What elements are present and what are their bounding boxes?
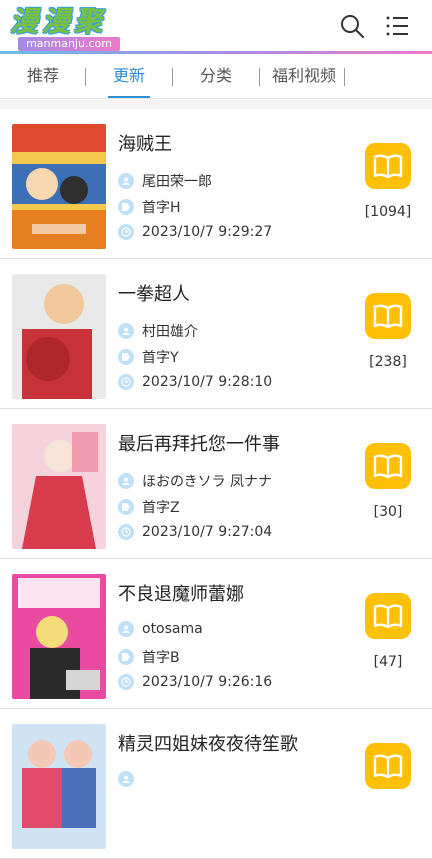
initial-label: 首字B xyxy=(142,650,180,666)
list-item[interactable]: 精灵四姐妹夜夜待笙歌 xyxy=(0,709,432,859)
book-icon xyxy=(373,304,403,329)
update-time: 2023/10/7 9:26:16 xyxy=(142,674,273,690)
read-button[interactable] xyxy=(365,743,411,789)
app-logo[interactable]: 漫漫聚 manmanju.com xyxy=(2,0,126,52)
author-row: ほおのきソラ 凤ナナ xyxy=(118,471,272,491)
user-icon xyxy=(118,621,134,637)
user-icon xyxy=(118,323,134,339)
clock-icon xyxy=(118,674,134,690)
update-time: 2023/10/7 9:29:27 xyxy=(142,224,273,240)
read-button[interactable] xyxy=(365,443,411,489)
comic-cover[interactable] xyxy=(12,274,106,399)
chapter-count: [1094] xyxy=(364,204,412,220)
initial-row: 首字Z xyxy=(118,497,180,517)
clock-icon xyxy=(118,224,134,240)
tab-divider xyxy=(259,68,260,86)
read-button[interactable] xyxy=(365,293,411,339)
comic-cover[interactable] xyxy=(12,424,106,549)
tab-bar: 推荐 更新 分类 福利视频 xyxy=(0,56,432,99)
update-time: 2023/10/7 9:28:10 xyxy=(142,374,273,390)
update-time: 2023/10/7 9:27:04 xyxy=(142,524,273,540)
initial-row: 首字Y xyxy=(118,347,179,367)
initial-label: 首字Y xyxy=(142,350,179,366)
author-row: 村田雄介 xyxy=(118,321,198,341)
author-name: 村田雄介 xyxy=(142,324,198,340)
author-row: otosama xyxy=(118,621,203,637)
user-icon xyxy=(118,473,134,489)
author-row: 尾田荣一郎 xyxy=(118,171,212,191)
author-name: ほおのきソラ 凤ナナ xyxy=(142,474,273,490)
user-icon xyxy=(118,173,134,189)
book-icon xyxy=(373,454,403,479)
author-row xyxy=(118,771,142,787)
tag-icon xyxy=(118,199,134,215)
time-row: 2023/10/7 9:27:04 xyxy=(118,524,272,540)
chapter-count: [30] xyxy=(373,504,403,520)
comic-cover[interactable] xyxy=(12,124,106,249)
initial-row: 首字B xyxy=(118,647,180,667)
logo-domain: manmanju.com xyxy=(18,37,120,51)
update-list: 海贼王 尾田荣一郎 首字H 2023/10/7 9:29:27 [1094] 一… xyxy=(0,109,432,859)
comic-title[interactable]: 海贼王 xyxy=(118,130,172,156)
tag-icon xyxy=(118,499,134,515)
list-item[interactable]: 一拳超人 村田雄介 首字Y 2023/10/7 9:28:10 [238] xyxy=(0,259,432,409)
initial-label: 首字H xyxy=(142,200,181,216)
logo-text: 漫漫聚 xyxy=(10,5,107,38)
section-gap xyxy=(0,99,432,109)
clock-icon xyxy=(118,524,134,540)
time-row: 2023/10/7 9:26:16 xyxy=(118,674,272,690)
list-item[interactable]: 不良退魔师蕾娜 otosama 首字B 2023/10/7 9:26:16 [4… xyxy=(0,559,432,709)
comic-cover[interactable] xyxy=(12,724,106,849)
book-icon xyxy=(373,154,403,179)
chapter-count: [238] xyxy=(369,354,407,370)
author-name: 尾田荣一郎 xyxy=(142,174,212,190)
list-item[interactable]: 海贼王 尾田荣一郎 首字H 2023/10/7 9:29:27 [1094] xyxy=(0,109,432,259)
clock-icon xyxy=(118,374,134,390)
app-header: 漫漫聚 manmanju.com xyxy=(0,0,432,56)
comic-title[interactable]: 精灵四姐妹夜夜待笙歌 xyxy=(118,730,298,756)
read-button[interactable] xyxy=(365,143,411,189)
comic-title[interactable]: 最后再拜托您一件事 xyxy=(118,430,280,456)
user-icon xyxy=(118,771,134,787)
comic-title[interactable]: 一拳超人 xyxy=(118,280,190,306)
tab-recommend[interactable]: 推荐 xyxy=(19,56,67,98)
tab-divider xyxy=(85,68,86,86)
tab-welfare-videos[interactable]: 福利视频 xyxy=(268,56,340,98)
list-menu-icon[interactable] xyxy=(384,13,410,39)
tab-divider xyxy=(344,68,345,86)
tab-divider xyxy=(172,68,173,86)
tab-updates[interactable]: 更新 xyxy=(104,56,154,98)
search-icon[interactable] xyxy=(339,13,365,39)
initial-label: 首字Z xyxy=(142,500,180,516)
initial-row: 首字H xyxy=(118,197,181,217)
tag-icon xyxy=(118,649,134,665)
tab-categories[interactable]: 分类 xyxy=(191,56,241,98)
read-button[interactable] xyxy=(365,593,411,639)
time-row: 2023/10/7 9:28:10 xyxy=(118,374,272,390)
book-icon xyxy=(373,754,403,779)
tag-icon xyxy=(118,349,134,365)
list-item[interactable]: 最后再拜托您一件事 ほおのきソラ 凤ナナ 首字Z 2023/10/7 9:27:… xyxy=(0,409,432,559)
time-row: 2023/10/7 9:29:27 xyxy=(118,224,272,240)
comic-cover[interactable] xyxy=(12,574,106,699)
author-name: otosama xyxy=(142,621,203,637)
chapter-count: [47] xyxy=(373,654,403,670)
header-accent-line xyxy=(0,51,432,54)
comic-title[interactable]: 不良退魔师蕾娜 xyxy=(118,580,244,606)
book-icon xyxy=(373,604,403,629)
